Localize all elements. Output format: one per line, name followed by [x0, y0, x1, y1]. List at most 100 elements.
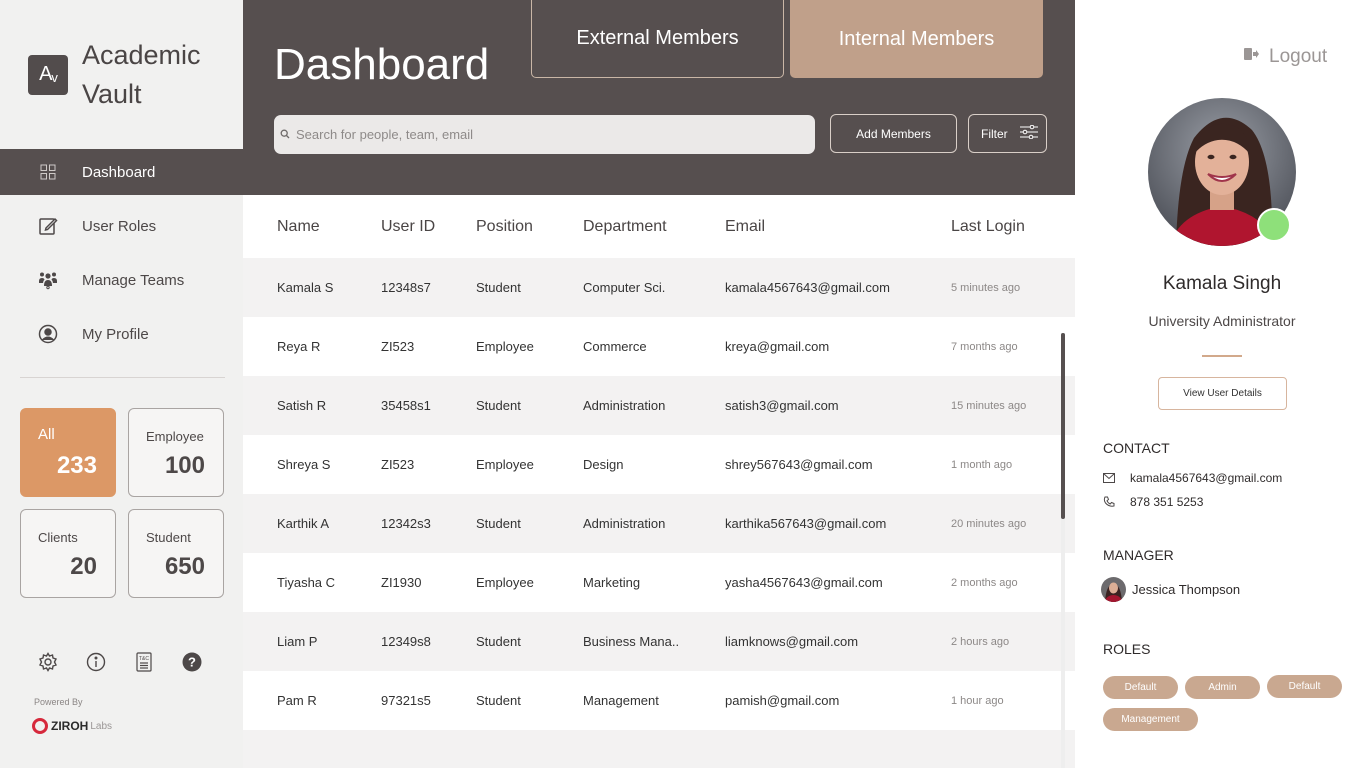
page-title: Dashboard: [274, 40, 490, 89]
user-circle-icon: [38, 324, 58, 344]
column-header-department[interactable]: Department: [583, 218, 725, 236]
table-row[interactable]: Satish R 35458s1 Student Administration …: [243, 376, 1075, 435]
cell-department: Computer Sci.: [583, 280, 666, 295]
stat-card-employee[interactable]: Employee 100: [128, 408, 224, 497]
table-row[interactable]: Tiyasha C ZI1930 Employee Marketing yash…: [243, 553, 1075, 612]
company-suffix: Labs: [90, 720, 113, 732]
contact-phone[interactable]: 878 351 5253: [1103, 495, 1203, 509]
stat-card-student[interactable]: Student 650: [128, 509, 224, 598]
manager-avatar: [1101, 577, 1126, 602]
column-header-user-id[interactable]: User ID: [381, 218, 476, 236]
search-input[interactable]: [296, 127, 796, 142]
table-row[interactable]: Karthik A 12342s3 Student Administration…: [243, 494, 1075, 553]
sidebar-item-manage-teams[interactable]: Manage Teams: [0, 253, 243, 307]
cell-position: Student: [476, 280, 521, 295]
cell-name: Reya R: [277, 339, 321, 354]
add-members-button[interactable]: Add Members: [830, 114, 957, 153]
contact-phone-text: 878 351 5253: [1130, 495, 1204, 509]
members-table: Name User ID Position Department Email L…: [243, 195, 1075, 768]
roles-heading: ROLES: [1103, 641, 1151, 657]
cell-department: Management: [583, 693, 659, 708]
cell-position: Employee: [476, 457, 534, 472]
powered-by-label: Powered By: [34, 697, 83, 707]
cell-email: pamish@gmail.com: [725, 693, 840, 708]
contact-email[interactable]: kamala4567643@gmail.com: [1103, 471, 1282, 485]
stat-value: 233: [56, 452, 97, 479]
role-chip-management[interactable]: Management: [1103, 708, 1198, 731]
role-chip-admin[interactable]: Admin: [1185, 676, 1260, 699]
app-name: Academic Vault: [82, 39, 201, 109]
scrollbar-thumb[interactable]: [1061, 333, 1065, 519]
table-row-empty: [243, 730, 1075, 768]
column-header-position[interactable]: Position: [476, 218, 583, 236]
filter-button[interactable]: Filter: [968, 114, 1047, 153]
terms-icon[interactable]: T&C: [132, 650, 156, 674]
cell-position: Student: [476, 398, 521, 413]
table-row[interactable]: Liam P 12349s8 Student Business Mana.. l…: [243, 612, 1075, 671]
settings-icon[interactable]: [36, 650, 60, 674]
grid-icon: [38, 162, 58, 182]
cell-user-id: 35458s1: [381, 398, 431, 413]
stat-card-clients[interactable]: Clients 20: [20, 509, 116, 598]
sidebar-item-label: My Profile: [82, 325, 149, 343]
cell-last-login: 5 minutes ago: [951, 281, 1021, 294]
role-chip-default[interactable]: Default: [1267, 675, 1342, 698]
header: Dashboard External Members Internal Memb…: [243, 0, 1075, 195]
cell-last-login: 20 minutes ago: [951, 517, 1027, 530]
cell-user-id: 97321s5: [381, 693, 431, 708]
column-header-email[interactable]: Email: [725, 218, 951, 236]
brand: Av Academic Vault: [0, 0, 243, 149]
tab-internal-members[interactable]: Internal Members: [790, 0, 1043, 78]
manager-item[interactable]: Jessica Thompson: [1101, 577, 1240, 602]
stat-label: All: [38, 426, 55, 443]
divider: [1202, 355, 1242, 357]
stat-value: 100: [164, 452, 205, 479]
help-icon[interactable]: ?: [180, 650, 204, 674]
sidebar-item-my-profile[interactable]: My Profile: [0, 307, 243, 361]
sidebar-item-dashboard[interactable]: Dashboard: [0, 149, 243, 195]
cell-user-id: ZI1930: [381, 575, 422, 590]
logo-sub: v: [51, 70, 57, 85]
sidebar-item-label: User Roles: [82, 217, 157, 235]
cell-department: Commerce: [583, 339, 647, 354]
cell-department: Marketing: [583, 575, 641, 590]
logout-button[interactable]: Logout: [1243, 46, 1327, 68]
footer-icons: T&C ?: [36, 650, 228, 674]
edit-icon: [38, 216, 58, 236]
profile-panel: Logout Kamala Singh University Administr…: [1075, 0, 1369, 768]
view-user-details-button[interactable]: View User Details: [1158, 377, 1287, 410]
tab-external-members[interactable]: External Members: [531, 0, 784, 78]
phone-icon: [1103, 496, 1117, 508]
stat-label: Student: [146, 530, 191, 545]
table-row[interactable]: Shreya S ZI523 Employee Design shrey5676…: [243, 435, 1075, 494]
svg-text:T&C: T&C: [139, 656, 149, 662]
table-header: Name User ID Position Department Email L…: [243, 195, 1075, 258]
sidebar-item-user-roles[interactable]: User Roles: [0, 199, 243, 253]
search-bar: [274, 115, 815, 154]
table-row[interactable]: Reya R ZI523 Employee Commerce kreya@gma…: [243, 317, 1075, 376]
contact-heading: CONTACT: [1103, 440, 1170, 456]
role-chip-default[interactable]: Default: [1103, 676, 1178, 699]
app-logo[interactable]: Av: [28, 54, 68, 95]
table-scrollbar[interactable]: [1061, 333, 1065, 768]
logout-icon: [1243, 46, 1259, 68]
sidebar-nav: Dashboard User Roles Manage Teams My Pro…: [0, 149, 243, 361]
column-header-name[interactable]: Name: [243, 218, 381, 236]
column-header-last-login[interactable]: Last Login: [951, 218, 1075, 236]
cell-last-login: 1 hour ago: [951, 694, 1004, 707]
cell-user-id: 12348s7: [381, 280, 431, 295]
ziroh-logo-icon: [32, 718, 48, 734]
cell-position: Student: [476, 634, 521, 649]
cell-email: satish3@gmail.com: [725, 398, 839, 413]
cell-name: Kamala S: [277, 280, 334, 295]
cell-name: Tiyasha C: [277, 575, 336, 590]
cell-position: Student: [476, 516, 521, 531]
cell-last-login: 2 hours ago: [951, 635, 1010, 648]
stat-card-all[interactable]: All 233: [20, 408, 116, 497]
info-icon[interactable]: [84, 650, 108, 674]
cell-department: Design: [583, 457, 624, 472]
table-row[interactable]: Pam R 97321s5 Student Management pamish@…: [243, 671, 1075, 730]
cell-position: Student: [476, 693, 521, 708]
member-stats: All 233 Employee 100 Clients 20 Student …: [20, 408, 225, 598]
table-row[interactable]: Kamala S 12348s7 Student Computer Sci. k…: [243, 258, 1075, 317]
